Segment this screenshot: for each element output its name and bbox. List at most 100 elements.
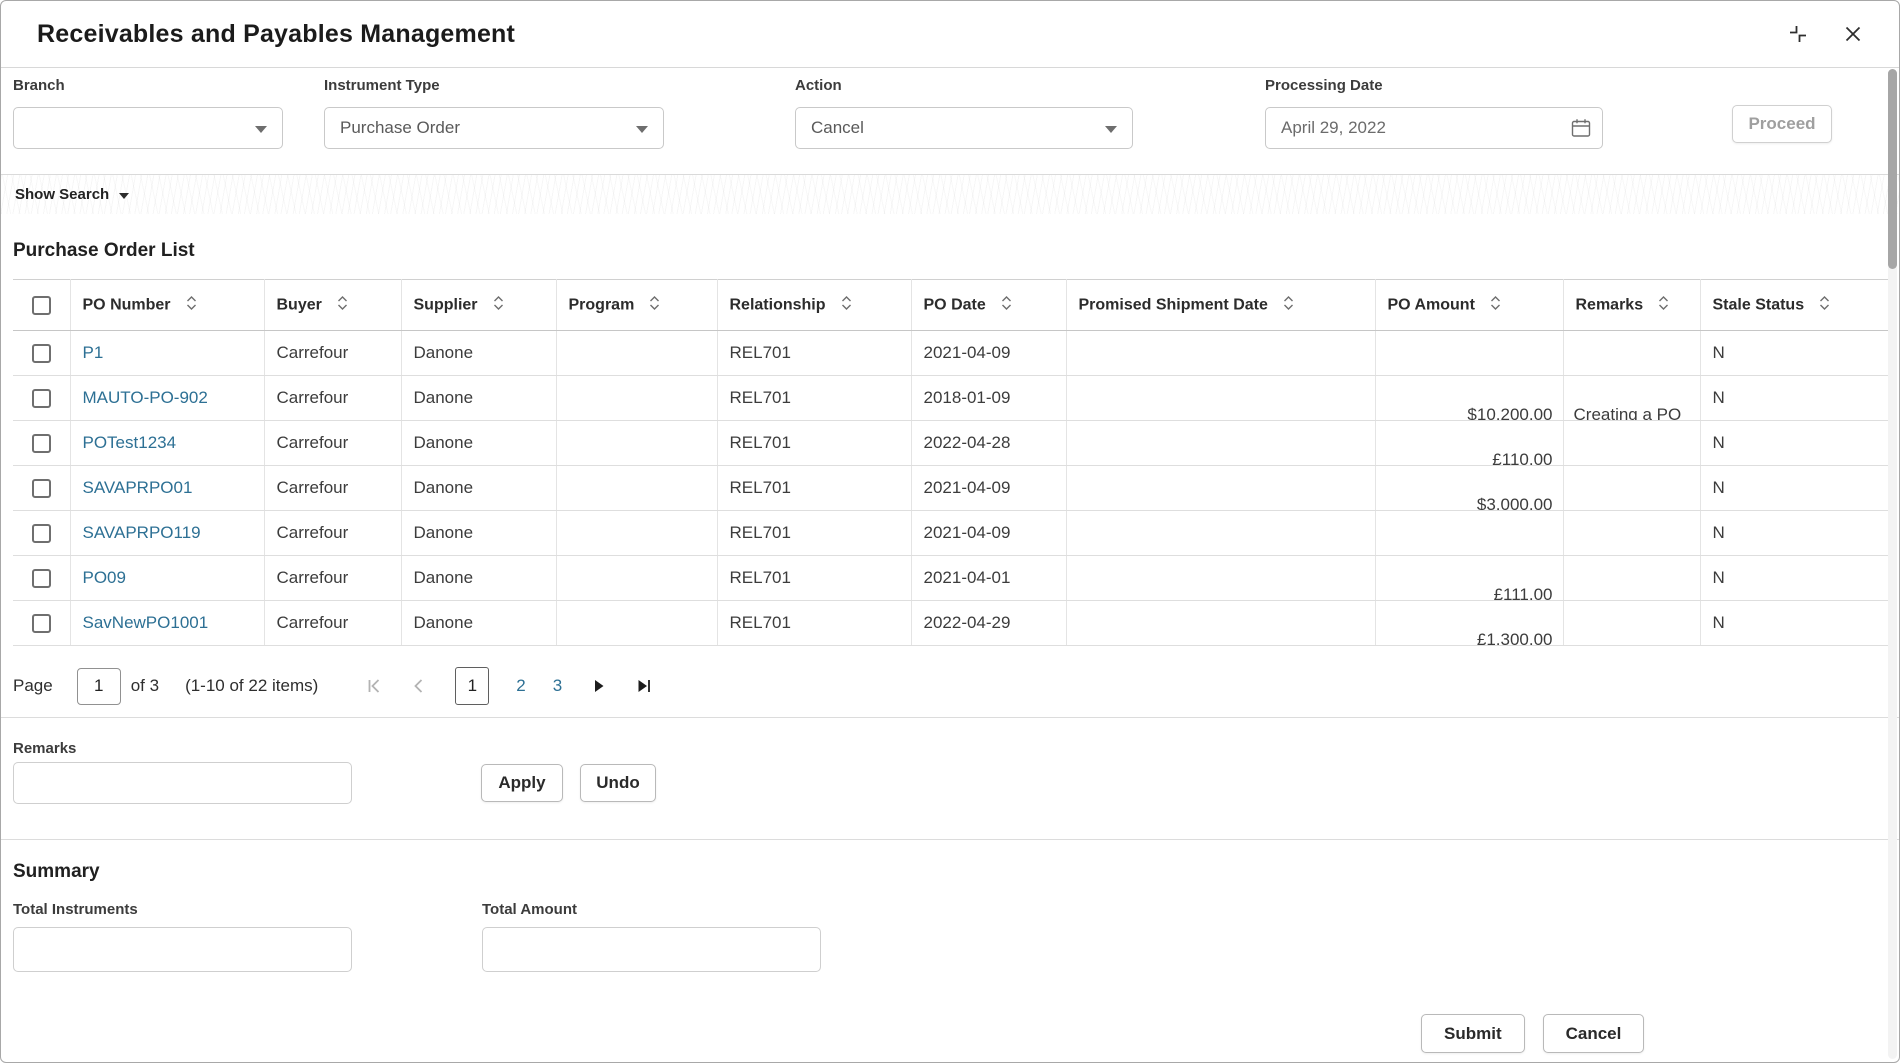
cancel-button[interactable]: Cancel [1543,1014,1645,1053]
last-page-button[interactable] [634,677,652,695]
table-row: SAVAPRPO01CarrefourDanoneREL7012021-04-0… [13,466,1891,511]
close-button[interactable] [1841,22,1865,46]
sort-icon [492,294,505,317]
row-checkbox[interactable] [32,434,51,453]
cell-stale_status: N [1700,556,1891,601]
column-label: PO Date [924,296,986,313]
po-number-link[interactable]: SAVAPRPO119 [83,523,201,542]
instrument-type-select[interactable]: Purchase Order [324,107,664,149]
proceed-button[interactable]: Proceed [1732,105,1832,143]
remarks-section: Remarks Apply Undo [13,740,1889,806]
page-label: Page [13,676,53,696]
row-checkbox[interactable] [32,614,51,633]
cell-checkbox [13,421,70,466]
cell-buyer: Carrefour [264,556,401,601]
sort-icon [185,294,198,317]
first-page-icon [365,677,383,695]
cell-remarks [1563,331,1700,376]
scrollbar-thumb[interactable] [1888,69,1897,269]
column-header-stale_status[interactable]: Stale Status [1700,280,1891,331]
action-label: Action [795,77,1133,94]
column-header-po_number[interactable]: PO Number [70,280,264,331]
total-instruments-input[interactable] [13,927,352,972]
cell-po_date: 2021-04-09 [911,466,1066,511]
summary-section: Summary Total Instruments Total Amount [13,861,1889,972]
cell-po_amount: £1,300.00 [1375,601,1563,646]
po-number-link[interactable]: MAUTO-PO-902 [83,388,208,407]
cell-supplier: Danone [401,466,556,511]
total-instruments-field: Total Instruments [13,901,352,972]
cell-remarks [1563,421,1700,466]
branch-field: Branch [13,77,283,149]
instrument-type-label: Instrument Type [324,77,664,94]
select-all-checkbox[interactable] [32,296,51,315]
collapse-button[interactable] [1785,21,1811,47]
page-link[interactable]: 2 [516,676,525,696]
select-all-header [13,280,70,331]
po-number-link[interactable]: SAVAPRPO01 [83,478,193,497]
show-search-toggle[interactable]: Show Search [15,186,129,203]
divider [1,717,1899,718]
sort-icon [1489,294,1502,317]
column-header-buyer[interactable]: Buyer [264,280,401,331]
column-header-po_amount[interactable]: PO Amount [1375,280,1563,331]
current-page[interactable]: 1 [455,667,489,705]
processing-date-input[interactable] [1281,118,1556,138]
chevron-down-icon [255,126,267,133]
po-number-link[interactable]: P1 [83,343,104,362]
po-table-body: P1 CarrefourDanone REL701 2021-04-09 N MAUTO-… [13,331,1891,646]
processing-date-label: Processing Date [1265,77,1603,94]
cell-po_number: MAUTO-PO-902 [70,376,264,421]
pagination: Page of 3 (1-10 of 22 items) 1 23 [13,666,1889,706]
po-number-link[interactable]: PO09 [83,568,126,587]
collapse-icon [1787,23,1809,45]
cell-checkbox [13,601,70,646]
table-row: PO09CarrefourDanoneREL7012021-04-01£111.… [13,556,1891,601]
remarks-input[interactable] [13,762,352,804]
row-checkbox[interactable] [32,389,51,408]
cell-program [556,601,717,646]
column-header-relationship[interactable]: Relationship [717,280,911,331]
branch-select[interactable] [13,107,283,149]
chevron-down-icon [119,193,129,199]
calendar-icon[interactable] [1570,117,1592,142]
submit-button[interactable]: Submit [1421,1014,1525,1053]
total-amount-input[interactable] [482,927,821,972]
po-number-link[interactable]: SavNewPO1001 [83,613,209,632]
previous-page-icon [410,677,428,695]
cell-relationship: REL701 [717,601,911,646]
undo-button[interactable]: Undo [580,764,656,802]
row-checkbox[interactable] [32,524,51,543]
apply-button[interactable]: Apply [481,764,563,802]
sort-icon [1000,294,1013,317]
cell-supplier: Danone [401,601,556,646]
column-header-supplier[interactable]: Supplier [401,280,556,331]
column-header-po_date[interactable]: PO Date [911,280,1066,331]
instrument-type-field: Instrument Type Purchase Order [324,77,664,149]
first-page-button[interactable] [365,677,383,695]
previous-page-button[interactable] [410,677,428,695]
filters-section: Branch Instrument Type Purchase Order Ac… [1,68,1899,174]
action-select[interactable]: Cancel [795,107,1133,149]
pager: 1 23 [365,667,652,705]
summary-fields: Total Instruments Total Amount [13,901,1889,972]
page-link[interactable]: 3 [553,676,562,696]
row-checkbox[interactable] [32,479,51,498]
cell-po_date: 2018-01-09 [911,376,1066,421]
column-label: Relationship [730,296,826,313]
next-page-button[interactable] [589,677,607,695]
page-links: 23 [516,676,562,696]
row-checkbox[interactable] [32,569,51,588]
cell-checkbox [13,511,70,556]
cell-stale_status: N [1700,511,1891,556]
row-checkbox[interactable] [32,344,51,363]
page-input[interactable] [77,668,121,705]
po-number-link[interactable]: POTest1234 [83,433,177,452]
column-label: Promised Shipment Date [1079,296,1268,313]
scrollbar[interactable] [1888,69,1897,1059]
column-header-remarks[interactable]: Remarks [1563,280,1700,331]
cell-promised_shipment_date [1066,511,1375,556]
cell-promised_shipment_date [1066,601,1375,646]
column-header-promised_shipment_date[interactable]: Promised Shipment Date [1066,280,1375,331]
column-header-program[interactable]: Program [556,280,717,331]
